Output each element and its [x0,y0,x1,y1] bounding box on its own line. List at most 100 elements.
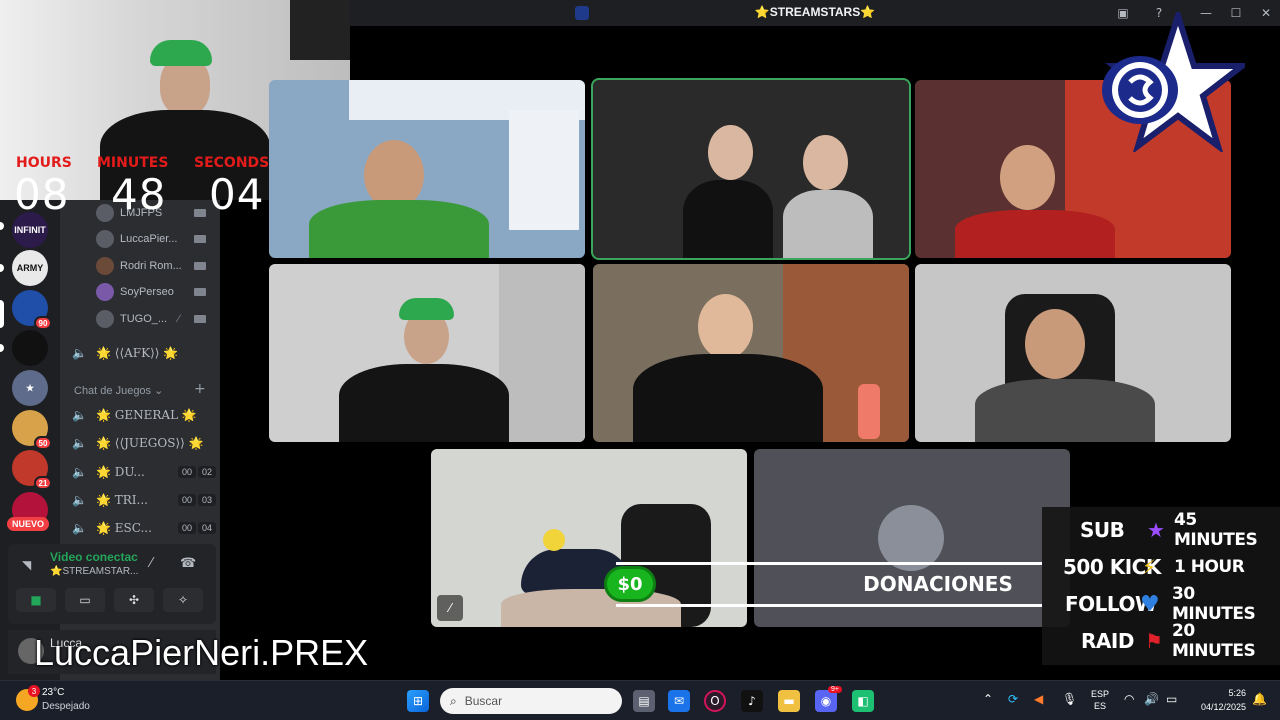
volume-icon[interactable]: 🔊 [1144,692,1159,706]
speaker-icon: 🔈 [72,436,87,450]
tile-body [955,210,1115,258]
server-icon[interactable] [12,330,48,366]
close-button[interactable]: ✕ [1256,3,1276,23]
language-indicator[interactable]: ESP [1088,689,1112,699]
hours-value: 08 [14,170,70,219]
signal-icon[interactable]: ◥ [22,558,31,572]
microphone-icon[interactable]: 🎙 [1062,692,1077,706]
outlook-icon[interactable]: ✉ [668,690,690,712]
sub-goals-panel: SUB ★ 45 MINUTES 500 KICK ⚡ 1 HOUR FOLLO… [1042,507,1280,665]
user-limit-count: 03 [198,494,217,506]
disconnect-icon[interactable]: ☎ [180,556,196,571]
flag-icon: ⚑ [1145,629,1163,653]
screen-share-icon: ▭ [79,593,91,607]
tile-body [633,354,823,442]
speaker-icon: 🔈 [72,346,87,360]
mention-badge: 50 [34,436,52,450]
voice-user-name: Rodri Rom... [120,260,182,272]
seconds-value: 04 [209,170,265,219]
hours-label: HOURS [16,155,72,171]
muted-mic-icon: ⁄ [178,313,180,325]
search-box[interactable]: ⌕ Buscar [440,688,622,714]
webcam-tv [290,0,350,60]
tiktok-icon[interactable]: ♪ [741,690,763,712]
app-icon[interactable]: ◧ [852,690,874,712]
speaker-icon: 🔈 [72,408,87,422]
video-tile[interactable]: ⁄ [431,449,747,627]
user-count: 00 [178,522,197,534]
video-tile-speaking[interactable] [591,78,911,260]
category-header[interactable]: Chat de Juegos ⌄ [74,384,163,397]
voice-user-name: TUGO_... [120,313,168,325]
tile-body [683,180,773,258]
voice-channel-name[interactable]: ⭐STREAMSTAR... [50,566,138,577]
camera-button[interactable]: ■ [16,588,56,612]
voice-user[interactable]: SoyPerseo [96,282,206,302]
voice-user[interactable]: TUGO_... ⁄ [96,309,206,329]
tile-face [698,294,753,359]
soundboard-button[interactable]: ✧ [163,588,203,612]
speaker-icon: 🔈 [72,465,87,479]
sync-icon[interactable]: ⟳ [1008,692,1018,706]
clock-time[interactable]: 5:26 [1186,688,1246,698]
video-tile[interactable] [915,264,1231,442]
channel-name: 🌟 ESC... [96,521,152,535]
video-tile[interactable] [269,80,585,258]
server-name: ARMY [16,263,44,273]
opera-icon[interactable]: O [704,690,726,712]
voice-user[interactable]: LuccaPier... [96,229,206,249]
tile-body [783,190,873,258]
camera-icon [194,235,206,243]
screen-share-button[interactable]: ▭ [65,588,105,612]
channel-afk[interactable]: 🔈 🌟 ⟨⟨AFK⟩⟩ 🌟 [72,343,178,363]
server-icon[interactable]: ★ [12,370,48,406]
noise-suppression-icon[interactable]: ⁄ [150,556,152,571]
new-badge: NUEVO [7,517,50,531]
wifi-icon[interactable]: ◠ [1124,692,1134,706]
task-view-icon[interactable]: ▤ [633,690,655,712]
app-tray-icon[interactable]: ◀ [1034,692,1043,706]
tile-face [803,135,848,190]
battery-icon[interactable]: ▭ [1166,692,1177,706]
server-icon[interactable]: 90 [12,290,52,330]
server-icon[interactable]: 50 [12,410,52,450]
streamer-name-overlay: LuccaPierNeri.PREX [34,632,369,673]
channel-item[interactable]: 🔈 🌟 ESC... 00 04 [72,518,217,538]
video-tile[interactable] [593,264,909,442]
clock-date[interactable]: 04/12/2025 [1186,702,1246,712]
minutes-label: MINUTES [97,155,169,171]
unread-pill [0,344,4,352]
channel-item[interactable]: 🔈 🌟 DU... 00 02 [72,462,217,482]
activities-button[interactable]: ✣ [114,588,154,612]
weather-badge: 3 [28,685,40,697]
muted-mic-icon[interactable]: ⁄ [437,595,463,621]
chevron-down-icon: ⌄ [151,385,164,397]
chevron-up-icon[interactable]: ⌃ [983,692,993,706]
channel-name: 🌟 ⟨⟨JUEGOS⟩⟩ 🌟 [96,436,204,450]
avatar [96,257,114,275]
avatar [96,283,114,301]
channel-name: 🌟 GENERAL 🌟 [96,408,197,422]
seconds-label: SECONDS [194,155,270,171]
discord-icon[interactable]: ◉ [815,690,837,712]
unread-pill [0,222,4,230]
tile-body [975,379,1155,442]
keyboard-layout: ES [1093,701,1106,711]
notification-icon[interactable]: 🔔 [1252,692,1267,706]
channel-item[interactable]: 🔈 🌟 ⟨⟨JUEGOS⟩⟩ 🌟 [72,433,204,453]
channel-item[interactable]: 🔈 🌟 TRI... 00 03 [72,490,217,510]
voice-user[interactable]: Rodri Rom... [96,256,206,276]
windows-start-icon[interactable]: ⊞ [407,690,429,712]
video-tile[interactable] [269,264,585,442]
star-icon: ★ [1147,518,1165,542]
add-channel-icon[interactable]: + [194,381,206,397]
video-tile-camera-off[interactable] [754,449,1070,627]
server-icon[interactable]: ARMY [12,250,48,286]
file-explorer-icon[interactable]: ▬ [778,690,800,712]
channel-item[interactable]: 🔈 🌟 GENERAL 🌟 [72,405,197,425]
goal-value: 45 MINUTES [1174,510,1258,550]
server-icon[interactable]: 21 [12,450,52,490]
donation-label: DONACIONES [863,572,1013,596]
goal-value: 1 HOUR [1174,557,1245,577]
goal-row: RAID ⚑ 20 MINUTES [1042,621,1280,661]
